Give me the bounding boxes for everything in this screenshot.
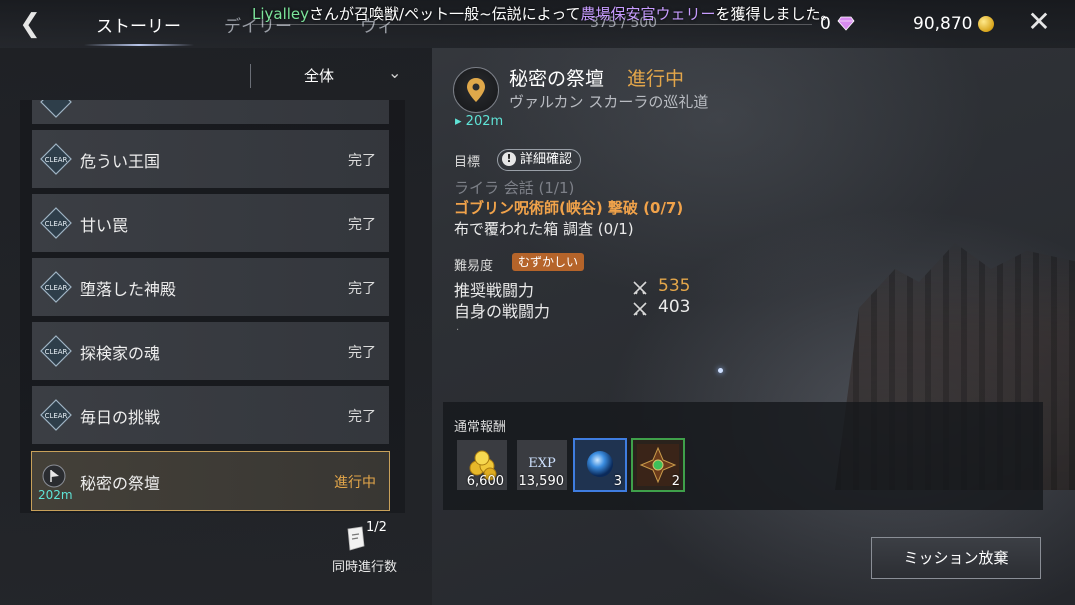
exclamation-icon: ! xyxy=(502,152,516,166)
concurrent-label: 同時進行数 xyxy=(332,560,398,575)
svg-text:CLEAR: CLEAR xyxy=(45,284,68,292)
quest-status: 完了 xyxy=(348,345,376,361)
concurrent-count: 1/2 xyxy=(366,520,387,535)
ticker-text-1: さんが召喚獣/ペット一般~伝説によって xyxy=(309,5,581,23)
back-button[interactable]: ❮ xyxy=(14,8,46,40)
reward-blue-orb[interactable]: 3 xyxy=(573,438,627,492)
clear-badge-icon xyxy=(40,100,72,118)
reward-title: 通常報酬 xyxy=(454,420,507,435)
quest-status: 完了 xyxy=(348,153,376,169)
reward-emblem[interactable]: 2 xyxy=(631,438,685,492)
reward-count: 13,590 xyxy=(518,474,565,489)
quest-name: 危うい王国 xyxy=(80,152,161,171)
list-item-quest-4[interactable]: CLEAR 探検家の魂 完了 xyxy=(32,322,389,380)
quest-name: 甘い罠 xyxy=(80,216,129,235)
quest-distance-value: 202m xyxy=(465,114,504,129)
quest-status: 完了 xyxy=(348,281,376,297)
diamond-icon xyxy=(837,16,855,31)
map-pin-icon xyxy=(467,78,485,102)
ticker-player-name: Liyalley xyxy=(252,5,310,23)
recommended-power-value: 535 xyxy=(658,276,691,296)
reward-gold[interactable]: 6,600 xyxy=(457,440,507,490)
ticker-text-2: を獲得しました。 xyxy=(715,5,836,23)
objective-label: 目標 xyxy=(454,155,481,170)
ticker-underline xyxy=(252,24,812,25)
chevron-down-icon: ⌄ xyxy=(388,63,402,82)
reward-exp[interactable]: EXP 13,590 xyxy=(517,440,567,490)
quest-list[interactable]: CLEAR 危うい王国 完了 CLEAR 甘い罠 完了 CLEAR 堕落した神殿… xyxy=(20,100,405,513)
difficulty-label: 難易度 xyxy=(454,259,494,274)
quest-name: 堕落した神殿 xyxy=(80,280,177,299)
quest-status: 完了 xyxy=(348,409,376,425)
list-item-active-quest[interactable]: 202m 秘密の祭壇 進行中 xyxy=(31,451,390,511)
list-item-quest-3[interactable]: CLEAR 堕落した神殿 完了 xyxy=(32,258,389,316)
reward-count: 6,600 xyxy=(466,474,504,489)
abandon-mission-button[interactable]: ミッション放棄 xyxy=(871,537,1041,579)
gold-coin-icon xyxy=(978,16,994,32)
own-power-label: 自身の戦闘力 xyxy=(454,302,551,321)
svg-text:CLEAR: CLEAR xyxy=(45,220,68,228)
reward-panel: 通常報酬 6,600 EXP 13,590 3 2 xyxy=(443,402,1043,510)
detail-confirm-label: 詳細確認 xyxy=(520,152,573,167)
quest-status: 完了 xyxy=(348,217,376,233)
quest-distance: 202m xyxy=(38,488,73,502)
objective-1: ライラ 会話 (1/1) xyxy=(454,179,575,197)
svg-text:CLEAR: CLEAR xyxy=(45,348,68,356)
detail-confirm-button[interactable]: ! 詳細確認 xyxy=(497,149,582,171)
sparkle xyxy=(718,368,723,373)
difficulty-badge: むずかしい xyxy=(512,253,585,271)
quest-name: 毎日の挑戦 xyxy=(80,408,161,427)
list-item-quest-2[interactable]: CLEAR 甘い罠 完了 xyxy=(32,194,389,252)
list-item-quest-1[interactable]: CLEAR 危うい王国 完了 xyxy=(32,130,389,188)
tab-story[interactable]: ストーリー xyxy=(96,12,181,37)
quest-location: ヴァルカン スカーラの巡礼道 xyxy=(509,93,709,111)
concurrent-quests-button[interactable]: 1/2 同時進行数 xyxy=(330,520,410,580)
quest-title: 秘密の祭壇 xyxy=(509,68,605,90)
filter-dropdown[interactable]: 全体 ⌄ xyxy=(262,60,410,90)
crossed-swords-icon xyxy=(633,281,647,295)
crossed-swords-icon xyxy=(633,302,647,316)
filter-label: 全体 xyxy=(304,67,335,85)
quest-location-button[interactable] xyxy=(453,67,499,113)
active-tab-indicator xyxy=(84,44,194,46)
own-power-value: 403 xyxy=(658,297,691,317)
clear-badge-icon: CLEAR xyxy=(40,207,72,239)
quest-distance: ▸ 202m xyxy=(455,114,504,129)
ticker-item-name: 農場保安官ウェリー xyxy=(580,5,716,23)
flag-icon xyxy=(42,464,66,488)
filter-divider xyxy=(250,64,251,88)
clear-badge-icon: CLEAR xyxy=(40,399,72,431)
clear-badge-icon: CLEAR xyxy=(40,143,72,175)
scroll-icon xyxy=(347,526,365,551)
svg-text:CLEAR: CLEAR xyxy=(45,412,68,420)
quest-status: 進行中 xyxy=(334,475,376,491)
svg-text:CLEAR: CLEAR xyxy=(45,156,68,164)
objective-3: 布で覆われた箱 調査 (0/1) xyxy=(454,220,634,238)
clear-badge-icon: CLEAR xyxy=(40,271,72,303)
quest-name: 秘密の祭壇 xyxy=(80,474,161,493)
reward-count: 3 xyxy=(613,474,622,489)
clear-badge-icon: CLEAR xyxy=(40,335,72,367)
gold-count: 90,870 xyxy=(913,14,973,34)
quest-state: 進行中 xyxy=(627,68,685,90)
objective-2: ゴブリン呪術師(峡谷) 撃破 (0/7) xyxy=(454,199,684,217)
close-button[interactable]: ✕ xyxy=(1023,6,1055,38)
announcement-ticker: Liyalleyさんが召喚獣/ペット一般~伝説によって農場保安官ウェリーを獲得し… xyxy=(252,3,836,24)
list-item-quest-5[interactable]: CLEAR 毎日の挑戦 完了 xyxy=(32,386,389,444)
reward-count: 2 xyxy=(671,474,680,489)
quest-name: 探検家の魂 xyxy=(80,344,161,363)
list-item-partial[interactable] xyxy=(32,100,389,124)
dot-mark: . xyxy=(456,322,460,333)
exp-icon: EXP xyxy=(528,456,556,471)
gem-count: 0 xyxy=(820,14,831,34)
